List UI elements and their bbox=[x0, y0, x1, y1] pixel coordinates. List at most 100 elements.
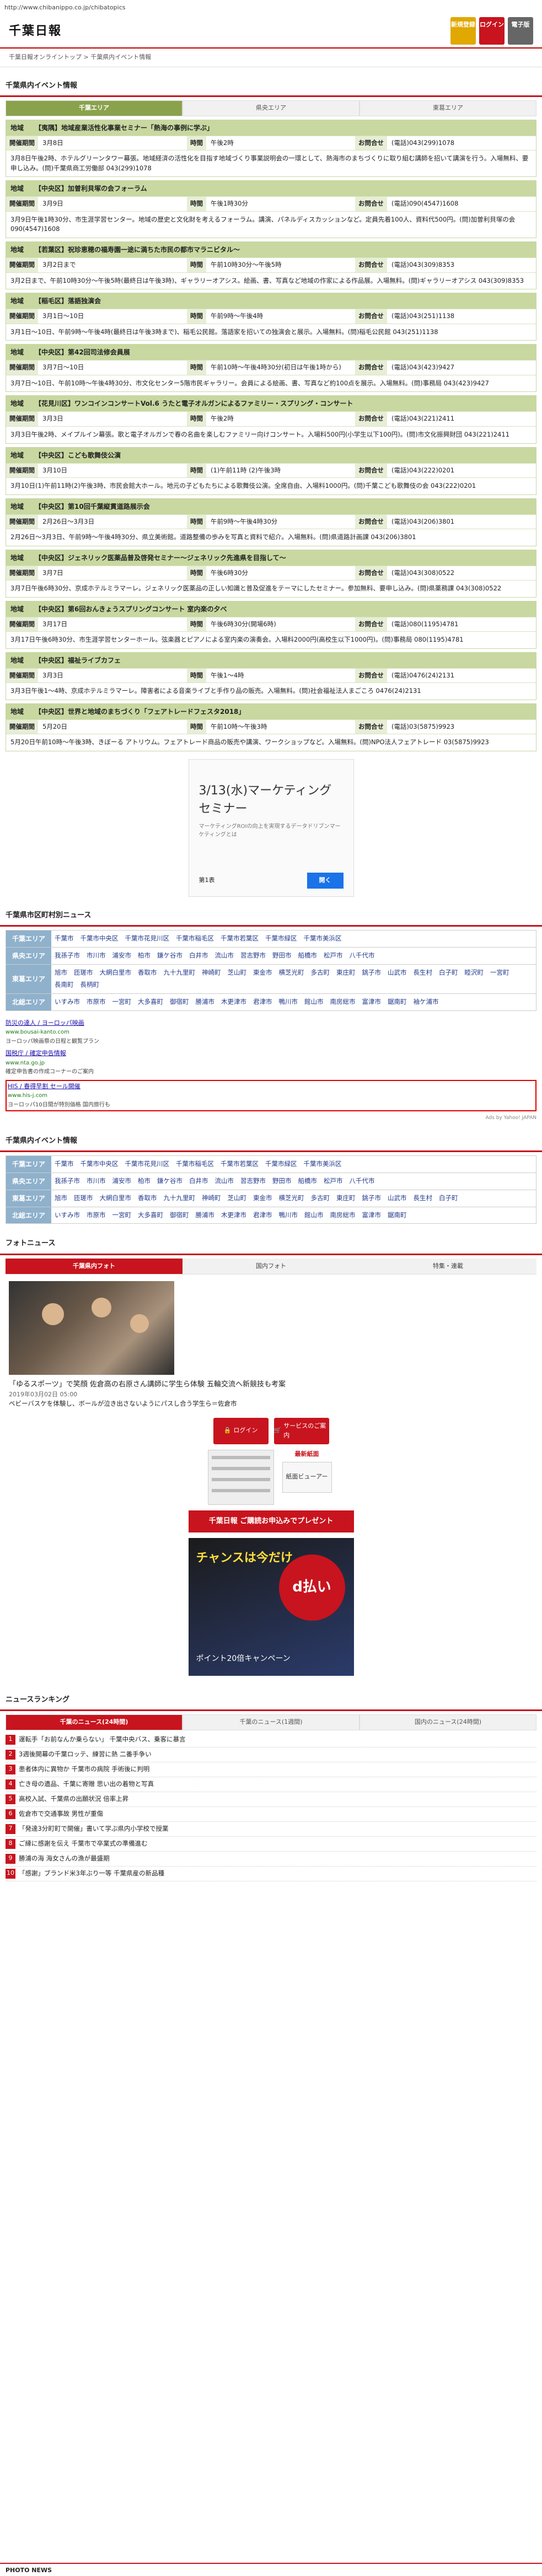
tab-chiba-photo[interactable]: 千葉県内フォト bbox=[6, 1258, 183, 1275]
region-link[interactable]: 松戸市 bbox=[324, 950, 343, 962]
latest-paper-thumbnail[interactable] bbox=[207, 1449, 274, 1505]
ranking-title[interactable]: 亡き母の遺品、千葉に寄贈 思い出の着物と写真 bbox=[19, 1779, 154, 1789]
region-link[interactable]: 一宮町 bbox=[112, 996, 132, 1008]
region-link[interactable]: 我孫子市 bbox=[55, 950, 80, 962]
ranking-item[interactable]: 1 運転手「お前なんか乗らない」 千葉中央バス、乗客に暴言 bbox=[6, 1733, 536, 1747]
sponsored-link-title[interactable]: 防災の達人 / ヨーロッパ映画 bbox=[6, 1019, 84, 1026]
region-link[interactable]: 銚子市 bbox=[362, 967, 382, 979]
region-link[interactable]: 香取市 bbox=[138, 1192, 157, 1204]
photo-image[interactable] bbox=[9, 1281, 174, 1375]
ranking-item[interactable]: 10 「感謝」ブランド米3年ぶり一等 千葉県産の新品種 bbox=[6, 1867, 536, 1881]
region-link[interactable]: 白子町 bbox=[439, 967, 458, 979]
ranking-title[interactable]: 佐倉市で交通事故 男性が重傷 bbox=[19, 1809, 103, 1819]
region-link[interactable]: 千葉市稲毛区 bbox=[176, 933, 214, 945]
region-link[interactable]: 御宿町 bbox=[170, 996, 189, 1008]
tab-kenou-area[interactable]: 県央エリア bbox=[183, 100, 359, 116]
region-link[interactable]: 袖ケ浦市 bbox=[414, 996, 439, 1008]
region-link[interactable]: 富津市 bbox=[362, 996, 382, 1008]
region-link[interactable]: 千葉市 bbox=[55, 1158, 74, 1170]
region-link[interactable]: いすみ市 bbox=[55, 996, 80, 1008]
region-link[interactable]: 旭市 bbox=[55, 1192, 67, 1204]
region-link[interactable]: 御宿町 bbox=[170, 1209, 189, 1222]
region-link[interactable]: 千葉市中央区 bbox=[81, 933, 119, 945]
ranking-title[interactable]: 患者体内に異物か 千葉市の病院 手術後に判明 bbox=[19, 1765, 149, 1774]
ranking-title[interactable]: 運転手「お前なんか乗らない」 千葉中央バス、乗客に暴言 bbox=[19, 1735, 186, 1744]
region-link[interactable]: 君津市 bbox=[253, 1209, 272, 1222]
event-title[interactable]: 【中央区】ジェネリック医薬品普及啓発セミナー〜ジェネリック先進県を目指して〜 bbox=[35, 554, 286, 562]
region-link[interactable]: 鎌ケ谷市 bbox=[157, 1175, 183, 1187]
event-title-bar[interactable]: 地域 【中央区】第42回司法修会員展 bbox=[6, 345, 536, 361]
region-link[interactable]: 一宮町 bbox=[490, 967, 509, 979]
region-link[interactable]: 千葉市緑区 bbox=[265, 1158, 297, 1170]
region-link[interactable]: 大網白里市 bbox=[100, 1192, 132, 1204]
tab-ranking-national-24h[interactable]: 国内のニュース(24時間) bbox=[359, 1714, 536, 1730]
ranking-item[interactable]: 3 患者体内に異物か 千葉市の病院 手術後に判明 bbox=[6, 1762, 536, 1777]
event-title[interactable]: 【中央区】こども歌舞伎公演 bbox=[35, 451, 121, 459]
ranking-title[interactable]: 「発達3分町町で開催」書いて学ぶ県内小学校で授業 bbox=[19, 1824, 168, 1833]
region-link[interactable]: 匝瑳市 bbox=[74, 1192, 93, 1204]
region-link[interactable]: いすみ市 bbox=[55, 1209, 80, 1222]
region-link[interactable]: 千葉市美浜区 bbox=[304, 933, 342, 945]
event-title-bar[interactable]: 地域 【中央区】世界と地域のまちづくり「フェアトレードフェスタ2018」 bbox=[6, 703, 536, 719]
region-link[interactable]: 船橋市 bbox=[298, 1175, 318, 1187]
region-link[interactable]: 旭市 bbox=[55, 967, 67, 979]
region-link[interactable]: 東庄町 bbox=[336, 967, 356, 979]
region-link[interactable]: 多古町 bbox=[311, 1192, 330, 1204]
region-link[interactable]: 習志野市 bbox=[240, 950, 266, 962]
region-link[interactable]: 千葉市緑区 bbox=[265, 933, 297, 945]
region-link[interactable]: 千葉市若葉区 bbox=[221, 1158, 259, 1170]
region-link[interactable]: 館山市 bbox=[304, 996, 324, 1008]
region-link[interactable]: 習志野市 bbox=[240, 1175, 266, 1187]
ranking-title[interactable]: ご縁に感謝を伝え 千葉市で卒業式の準備進む bbox=[19, 1839, 148, 1848]
region-link[interactable]: 多古町 bbox=[311, 967, 330, 979]
region-link[interactable]: 九十九里町 bbox=[164, 1192, 196, 1204]
region-link[interactable]: 南房総市 bbox=[330, 996, 356, 1008]
e-paper-button[interactable]: 電子版 bbox=[508, 17, 533, 45]
ranking-item[interactable]: 4 亡き母の遺品、千葉に寄贈 思い出の着物と写真 bbox=[6, 1777, 536, 1792]
region-link[interactable]: 館山市 bbox=[304, 1209, 324, 1222]
event-title-bar[interactable]: 地域 【中央区】ジェネリック医薬品普及啓発セミナー〜ジェネリック先進県を目指して〜 bbox=[6, 550, 536, 566]
ranking-item[interactable]: 6 佐倉市で交通事故 男性が重傷 bbox=[6, 1807, 536, 1822]
region-link[interactable]: 野田市 bbox=[272, 950, 292, 962]
region-link[interactable]: 千葉市若葉区 bbox=[221, 933, 259, 945]
region-link[interactable]: 木更津市 bbox=[221, 1209, 246, 1222]
tab-tokatsu-area[interactable]: 東葛エリア bbox=[359, 100, 536, 116]
tab-national-photo[interactable]: 国内フォト bbox=[183, 1258, 359, 1275]
region-link[interactable]: 九十九里町 bbox=[164, 967, 196, 979]
region-link[interactable]: 我孫子市 bbox=[55, 1175, 80, 1187]
region-link[interactable]: 山武市 bbox=[388, 1192, 407, 1204]
sponsored-link-title[interactable]: HIS / 春得早割 セール開催 bbox=[8, 1083, 81, 1090]
region-link[interactable]: 市原市 bbox=[87, 996, 106, 1008]
region-link[interactable]: 船橋市 bbox=[298, 950, 318, 962]
event-title[interactable]: 【夷隅】地域産業活性化事業セミナー「熱海の事例に学ぶ」 bbox=[35, 124, 213, 132]
region-link[interactable]: 千葉市 bbox=[55, 933, 74, 945]
latest-paper-label[interactable]: 最新紙面 bbox=[280, 1450, 335, 1459]
ranking-item[interactable]: 2 3週後開幕の千葉ロッテ、練習に熱 二番手争い bbox=[6, 1747, 536, 1762]
region-link[interactable]: 八千代市 bbox=[350, 950, 375, 962]
region-link[interactable]: 東金市 bbox=[253, 967, 272, 979]
event-title[interactable]: 【稲毛区】落語独演会 bbox=[35, 297, 101, 305]
region-link[interactable]: 浦安市 bbox=[112, 1175, 132, 1187]
region-link[interactable]: 鴨川市 bbox=[279, 1209, 298, 1222]
photo-caption[interactable]: 「ゆるスポーツ」で笑顔 佐倉高の右原さん講師に学生ら体験 五輪交流へ新競技も考案 bbox=[9, 1379, 533, 1390]
sponsored-link[interactable]: 防災の達人 / ヨーロッパ映画 www.bousai-kanto.com ヨーロッパ… bbox=[6, 1019, 536, 1046]
region-link[interactable]: 木更津市 bbox=[221, 996, 246, 1008]
region-link[interactable]: 市原市 bbox=[87, 1209, 106, 1222]
region-link[interactable]: 市川市 bbox=[87, 1175, 106, 1187]
side-login-button[interactable]: 🔒 ログイン bbox=[213, 1417, 269, 1444]
tab-ranking-chiba-24h[interactable]: 千葉のニュース(24時間) bbox=[6, 1714, 183, 1730]
event-title-bar[interactable]: 地域 【中央区】第10回千葉縦貫道路展示会 bbox=[6, 498, 536, 514]
ranking-item[interactable]: 9 勝浦の海 海女さんの漁が最盛期 bbox=[6, 1852, 536, 1867]
region-link[interactable]: 柏市 bbox=[138, 1175, 151, 1187]
region-link[interactable]: 横芝光町 bbox=[279, 1192, 304, 1204]
event-title-bar[interactable]: 地域 【花見川区】ワンコインコンサートVol.6 うたと電子オルガンによるファミリ… bbox=[6, 396, 536, 412]
event-title[interactable]: 【中央区】加曽利貝塚の会フォーラム bbox=[35, 185, 147, 192]
region-link[interactable]: 勝浦市 bbox=[196, 996, 215, 1008]
event-title[interactable]: 【中央区】第6回おんきょうスプリングコンサート 室内楽の夕べ bbox=[35, 605, 227, 613]
side-service-button[interactable]: 🛒 サービスのご案内 bbox=[273, 1417, 329, 1444]
region-link[interactable]: 芝山町 bbox=[228, 1192, 247, 1204]
region-link[interactable]: 長柄町 bbox=[81, 979, 100, 991]
event-title-bar[interactable]: 地域 【夷隅】地域産業活性化事業セミナー「熱海の事例に学ぶ」 bbox=[6, 120, 536, 136]
region-link[interactable]: 白子町 bbox=[439, 1192, 458, 1204]
ranking-title[interactable]: 勝浦の海 海女さんの漁が最盛期 bbox=[19, 1854, 110, 1863]
